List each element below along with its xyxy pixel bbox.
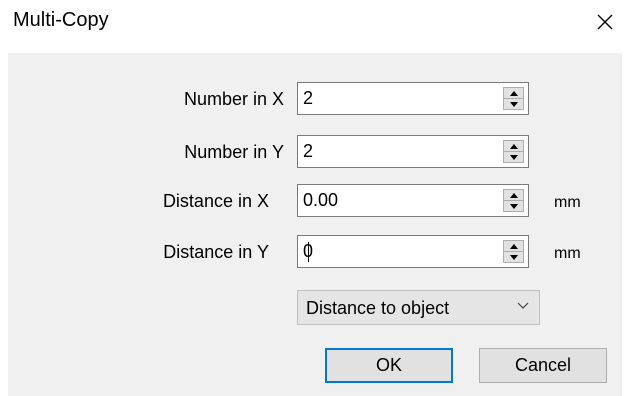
distance-y-input[interactable]: [298, 236, 496, 267]
ok-button[interactable]: OK: [325, 348, 453, 383]
number-x-input[interactable]: [298, 83, 496, 114]
distance-x-spinner[interactable]: [503, 189, 524, 212]
distance-y-increment-button[interactable]: [504, 241, 523, 251]
distance-x-increment-button[interactable]: [504, 190, 523, 200]
number-y-label: Number in Y: [184, 142, 284, 162]
cancel-button[interactable]: Cancel: [479, 348, 607, 383]
number-x-field: [297, 82, 529, 115]
distance-x-field: [297, 184, 529, 217]
arrow-down-icon: [509, 154, 518, 160]
arrow-down-icon: [509, 203, 518, 209]
distance-x-label: Distance in X: [162, 191, 269, 211]
number-x-decrement-button[interactable]: [504, 98, 523, 109]
window-title: Multi-Copy: [13, 9, 109, 31]
distance-y-unit: mm: [554, 245, 581, 262]
distance-y-spinner[interactable]: [503, 240, 524, 263]
number-y-spinner[interactable]: [503, 140, 524, 163]
distance-y-label: Distance in Y: [163, 242, 269, 262]
distance-x-input[interactable]: [298, 185, 496, 216]
number-x-label: Number in X: [183, 89, 284, 109]
arrow-up-icon: [509, 90, 518, 96]
distance-y-field: [297, 235, 529, 268]
arrow-up-icon: [509, 192, 518, 198]
number-y-field: [297, 135, 529, 168]
distance-y-decrement-button[interactable]: [504, 251, 523, 262]
number-y-increment-button[interactable]: [504, 141, 523, 151]
multi-copy-dialog: Multi-Copy Number in X Number in Y Dis: [0, 0, 630, 396]
number-y-input[interactable]: [298, 136, 496, 167]
close-button[interactable]: [580, 0, 630, 44]
distance-x-decrement-button[interactable]: [504, 200, 523, 211]
arrow-down-icon: [509, 254, 518, 260]
number-y-decrement-button[interactable]: [504, 151, 523, 162]
text-caret: [308, 242, 309, 262]
chevron-down-icon: [517, 302, 529, 309]
arrow-up-icon: [509, 143, 518, 149]
distance-mode-selected: Distance to object: [306, 298, 450, 318]
distance-mode-select[interactable]: Distance to object: [297, 290, 540, 325]
arrow-down-icon: [509, 101, 518, 107]
close-icon: [597, 14, 613, 30]
number-x-increment-button[interactable]: [504, 88, 523, 98]
number-x-spinner[interactable]: [503, 87, 524, 110]
dialog-client-area: Number in X Number in Y Distance in X: [8, 53, 622, 396]
distance-x-unit: mm: [554, 194, 581, 211]
arrow-up-icon: [509, 243, 518, 249]
